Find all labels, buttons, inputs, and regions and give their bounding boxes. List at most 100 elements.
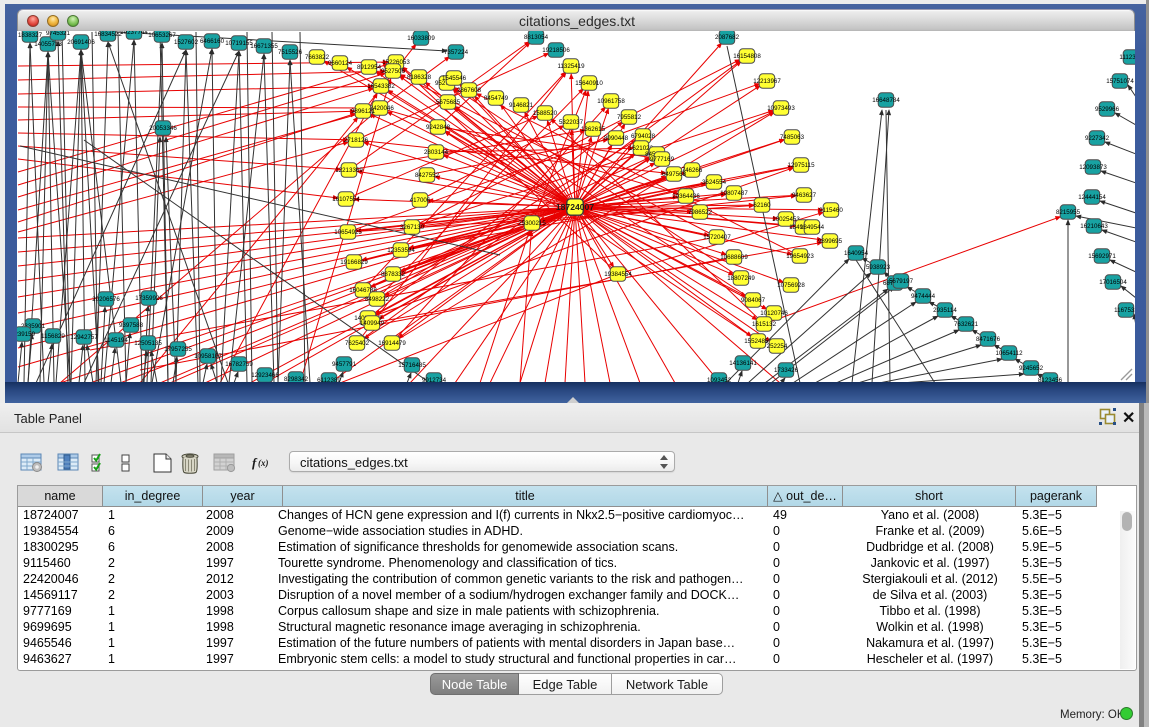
svg-text:1093452: 1093452 [707,377,732,382]
svg-text:9474444: 9474444 [911,293,936,300]
svg-text:12975115: 12975115 [787,162,815,169]
svg-text:5675685: 5675685 [436,99,461,106]
svg-text:16914479: 16914479 [378,340,406,347]
svg-text:12942757: 12942757 [70,334,98,341]
svg-text:3267130: 3267130 [400,224,425,231]
svg-text:1527602: 1527602 [174,39,199,46]
svg-text:9463627: 9463627 [792,192,817,199]
svg-text:10688609: 10688609 [720,254,748,261]
svg-text:10653267: 10653267 [148,32,176,39]
svg-text:19384554: 19384554 [604,271,632,278]
svg-text:11325419: 11325419 [557,63,585,70]
svg-text:1409949: 1409949 [360,320,385,327]
svg-text:9457791: 9457791 [332,361,357,368]
svg-text:15640910: 15640910 [575,80,603,87]
svg-text:17957255: 17957255 [164,346,192,353]
svg-text:12213967: 12213967 [753,78,781,85]
svg-text:12444154: 12444154 [1078,194,1106,201]
svg-text:10654925: 10654925 [334,229,362,236]
svg-text:12093873: 12093873 [1079,164,1107,171]
svg-text:9660124: 9660124 [328,60,353,67]
svg-text:19166829: 19166829 [340,259,368,266]
svg-text:9745321: 9745321 [46,31,71,37]
svg-text:6466160: 6466160 [200,38,225,45]
svg-text:9245652: 9245652 [1019,365,1044,372]
svg-text:10958107: 10958107 [194,353,222,360]
svg-text:252254: 252254 [767,343,788,350]
svg-text:1167533: 1167533 [1114,307,1135,314]
svg-text:9146821: 9146821 [509,102,534,109]
svg-text:7955812: 7955812 [617,114,642,121]
svg-text:16834522: 16834522 [94,31,122,38]
svg-text:19218506: 19218506 [542,47,570,54]
svg-text:15720407: 15720407 [703,234,731,241]
svg-text:16154808: 16154808 [733,53,761,60]
svg-text:2935114: 2935114 [933,307,957,314]
svg-text:12353594: 12353594 [387,247,415,254]
svg-text:1112345: 1112345 [1119,54,1135,61]
svg-text:8454749: 8454749 [484,95,509,102]
svg-text:5938923: 5938923 [866,264,891,271]
svg-text:10120746: 10120746 [760,310,788,317]
svg-text:9527506: 9527506 [381,68,406,75]
svg-text:9227342: 9227342 [1085,135,1110,142]
svg-text:8878332: 8878332 [381,271,406,278]
svg-text:25300215: 25300215 [518,220,546,227]
svg-text:9899695: 9899695 [818,238,843,245]
svg-text:9115460: 9115460 [819,207,843,214]
svg-text:10237744: 10237744 [120,31,148,36]
svg-text:1362615: 1362615 [581,126,606,133]
svg-text:5679197: 5679197 [889,278,914,285]
svg-text:15716485: 15716485 [398,362,426,369]
svg-text:9529966: 9529966 [1095,106,1120,113]
svg-text:8298342: 8298342 [284,376,309,382]
svg-text:1849544: 1849544 [800,224,825,231]
svg-text:14136141: 14136141 [729,360,757,367]
svg-text:1588520: 1588520 [533,110,558,117]
svg-text:16782759: 16782759 [225,361,253,368]
svg-text:20206576: 20206576 [92,296,120,303]
svg-text:1239159: 1239159 [17,331,36,338]
svg-text:7515526: 7515526 [278,49,303,56]
svg-text:9777169: 9777169 [650,156,675,163]
svg-text:9084067: 9084067 [741,297,766,304]
svg-text:19654923: 19654923 [786,253,814,260]
svg-text:10719155: 10719155 [225,40,253,47]
svg-text:5322037: 5322037 [559,119,584,126]
svg-text:18807249: 18807249 [727,275,755,282]
svg-text:8186328: 8186328 [407,74,432,81]
svg-text:10807487: 10807487 [720,190,748,197]
svg-text:8813054: 8813054 [524,34,549,41]
svg-text:9397588: 9397588 [119,322,144,329]
svg-text:15692971: 15692971 [1088,253,1116,260]
svg-text:1145194: 1145194 [104,337,128,344]
svg-text:9896121: 9896121 [351,108,376,115]
svg-text:8123456: 8123456 [1038,377,1063,382]
svg-text:10961758: 10961758 [597,98,625,105]
svg-text:1615132: 1615132 [752,321,777,328]
svg-text:16033809: 16033809 [407,35,435,42]
svg-text:3624554: 3624554 [702,179,727,186]
svg-text:1733426: 1733426 [774,367,799,374]
svg-text:16107554: 16107554 [332,196,360,203]
svg-text:17359926: 17359926 [135,295,163,302]
svg-text:10654112: 10654112 [995,350,1023,357]
svg-text:1545546: 1545546 [442,75,467,82]
svg-text:12923466: 12923466 [251,372,279,379]
svg-text:18724007: 18724007 [556,202,594,212]
svg-text:16648784: 16648784 [872,97,900,104]
svg-text:1640954: 1640954 [844,250,869,257]
svg-text:15751074: 15751074 [1106,78,1134,85]
svg-text:62160: 62160 [753,202,771,209]
svg-text:14055713: 14055713 [34,41,62,48]
svg-text:12213369: 12213369 [335,167,363,174]
svg-text:6497568: 6497568 [662,171,687,178]
svg-text:16543382: 16543382 [367,83,395,90]
svg-text:7632621: 7632621 [954,321,979,328]
svg-text:1156829: 1156829 [41,333,65,340]
svg-text:8912954: 8912954 [357,64,382,71]
svg-text:8215955: 8215955 [1056,209,1081,216]
svg-text:8498222: 8498222 [365,296,390,303]
svg-text:20691406: 20691406 [67,39,95,46]
svg-text:16671355: 16671355 [250,43,278,50]
